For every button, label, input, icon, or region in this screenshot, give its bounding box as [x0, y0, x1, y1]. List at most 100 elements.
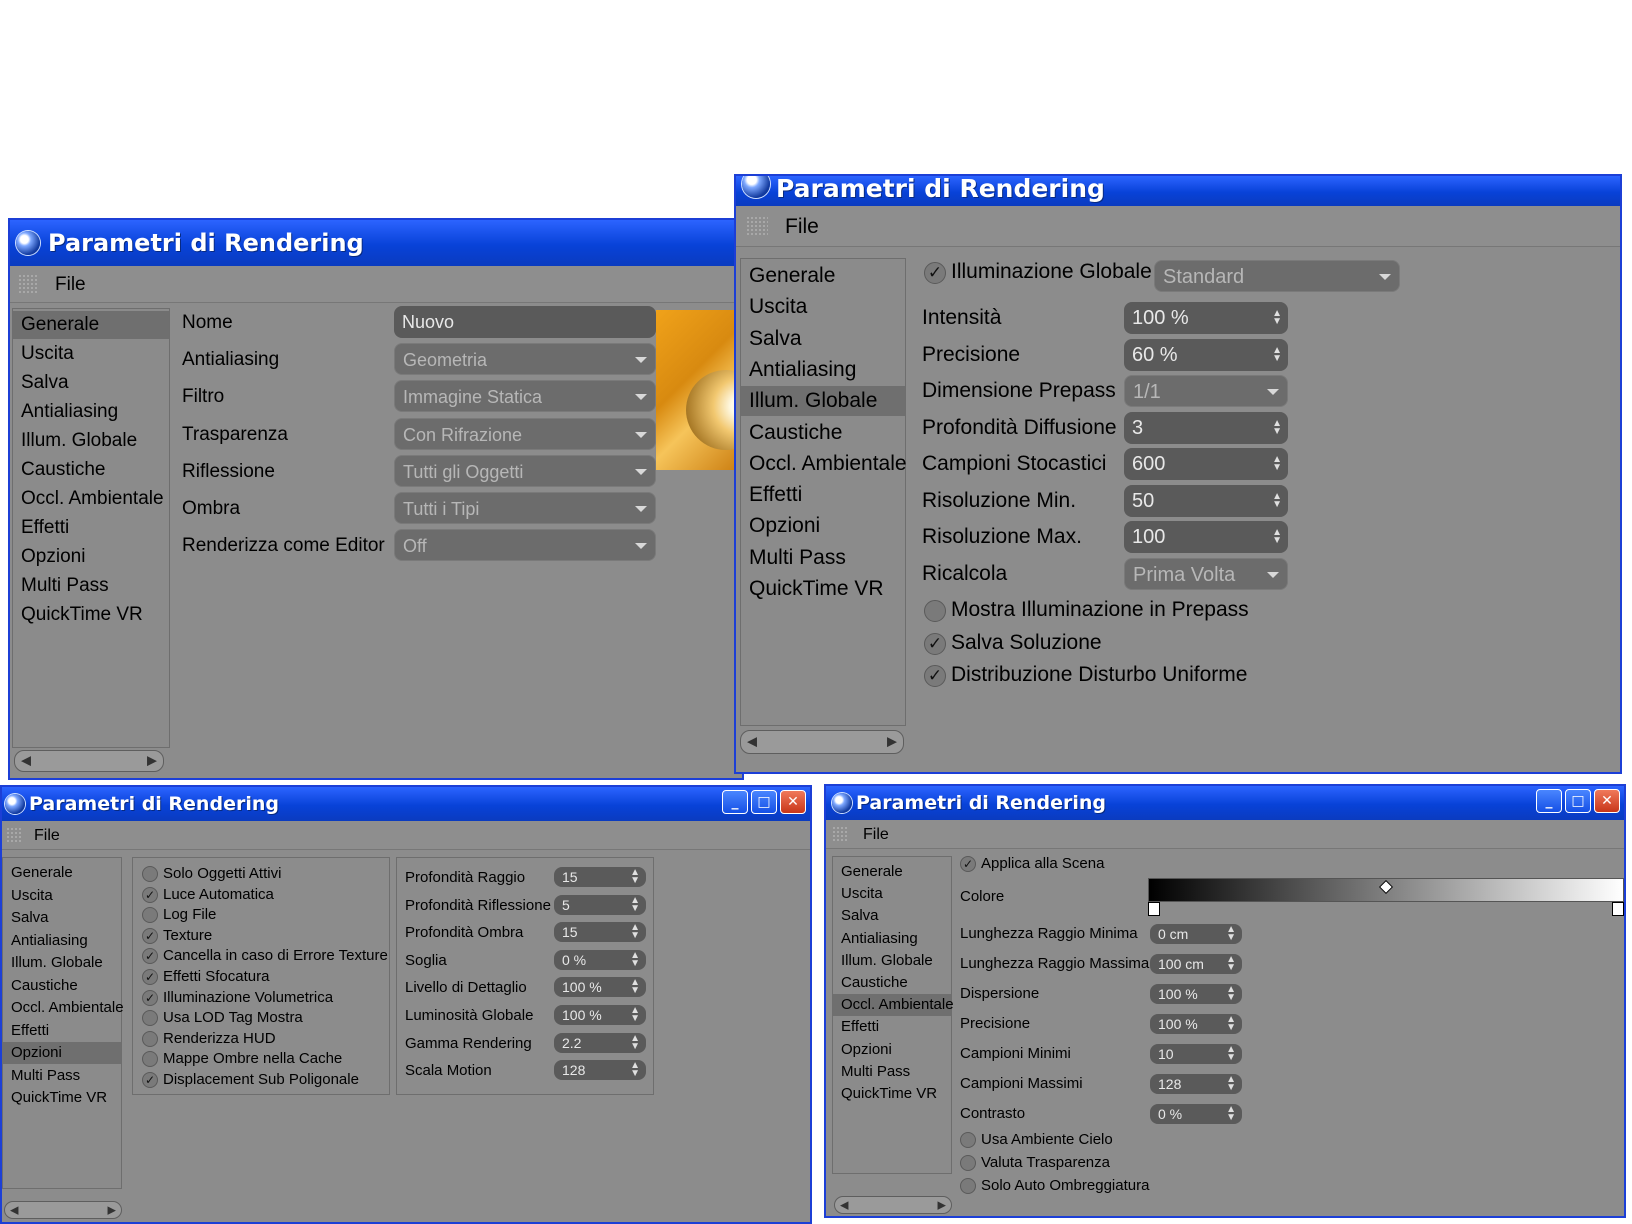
number-stepper[interactable]: 100 % ▲ ▼	[554, 1005, 646, 1025]
sidebar-item-effetti[interactable]: Effetti	[13, 514, 169, 542]
spinner-arrows-icon[interactable]: ▲ ▼	[630, 923, 640, 941]
checkbox-usa-ambiente-cielo[interactable]	[960, 1132, 976, 1148]
sidebar-item-effetti[interactable]: Effetti	[741, 480, 905, 510]
dropdown[interactable]: Geometria	[394, 343, 656, 376]
close-icon[interactable]: ✕	[1594, 789, 1620, 813]
sidebar-item-multi-pass[interactable]: Multi Pass	[833, 1061, 951, 1083]
sidebar-item-opzioni[interactable]: Opzioni	[13, 543, 169, 571]
sidebar-item-salva[interactable]: Salva	[833, 905, 951, 927]
sidebar-item-occl-ambientale[interactable]: Occl. Ambientale	[741, 449, 907, 479]
scroll-left-icon[interactable]: ◀	[21, 754, 31, 769]
checkbox-solo-auto-ombreggiatura[interactable]	[960, 1178, 976, 1194]
spinner-arrows-icon[interactable]: ▲ ▼	[1272, 528, 1282, 546]
sidebar-item-opzioni[interactable]: Opzioni	[833, 1039, 951, 1061]
horizontal-scrollbar[interactable]: ◀ ▶	[14, 750, 164, 772]
horizontal-scrollbar[interactable]: ◀ ▶	[740, 730, 904, 754]
dropdown[interactable]: Off	[394, 529, 656, 562]
menu-file[interactable]: File	[785, 215, 819, 239]
horizontal-scrollbar[interactable]: ◀ ▶	[4, 1201, 122, 1219]
sidebar-item-occl-ambientale[interactable]: Occl. Ambientale	[833, 994, 954, 1017]
sidebar-item-multi-pass[interactable]: Multi Pass	[13, 572, 169, 600]
spinner-arrows-icon[interactable]: ▲ ▼	[630, 868, 640, 886]
sidebar-item-generale[interactable]: Generale	[13, 311, 169, 339]
close-icon[interactable]: ✕	[780, 790, 806, 814]
scroll-right-icon[interactable]: ▶	[938, 1199, 946, 1212]
spinner-arrows-icon[interactable]: ▲ ▼	[1226, 1045, 1236, 1063]
spinner-arrows-icon[interactable]: ▲ ▼	[1226, 985, 1236, 1003]
minimize-icon[interactable]: _	[1536, 789, 1562, 813]
spinner-arrows-icon[interactable]: ▲ ▼	[1272, 418, 1282, 436]
dropdown[interactable]: Immagine Statica	[394, 380, 656, 413]
title-bar[interactable]: Parametri di Rendering _ □ ✕	[826, 786, 1624, 820]
maximize-icon[interactable]: □	[1565, 789, 1591, 813]
checkbox-applica-alla-scena[interactable]: ✓	[960, 856, 976, 872]
number-stepper[interactable]: 10 ▲ ▼	[1150, 1044, 1242, 1064]
sidebar-item-uscita[interactable]: Uscita	[13, 340, 169, 368]
maximize-icon[interactable]: □	[751, 790, 777, 814]
sidebar-item-uscita[interactable]: Uscita	[833, 883, 951, 905]
sidebar-item-quicktime-vr[interactable]: QuickTime VR	[13, 601, 169, 629]
checkbox-valuta-trasparenza[interactable]	[960, 1155, 976, 1171]
sidebar-item-illum-globale[interactable]: Illum. Globale	[13, 427, 169, 455]
title-bar[interactable]: Parametri di Rendering	[10, 220, 742, 266]
sidebar-item-salva[interactable]: Salva	[13, 369, 169, 397]
spinner-arrows-icon[interactable]: ▲ ▼	[630, 895, 640, 913]
sidebar-item-multi-pass[interactable]: Multi Pass	[3, 1065, 121, 1087]
checkbox-luce-automatica[interactable]: ✓	[142, 886, 158, 903]
number-stepper[interactable]: 5 ▲ ▼	[554, 894, 646, 915]
spinner-arrows-icon[interactable]: ▲ ▼	[1226, 925, 1236, 943]
spinner-arrows-icon[interactable]: ▲ ▼	[1226, 1015, 1236, 1033]
checkbox-illuminazione-globale[interactable]: ✓	[924, 262, 946, 284]
menu-file[interactable]: File	[55, 274, 86, 296]
scroll-right-icon[interactable]: ▶	[147, 754, 157, 769]
checkbox-renderizza-hud[interactable]	[142, 1030, 158, 1047]
sidebar-item-antialiasing[interactable]: Antialiasing	[741, 355, 905, 385]
scroll-left-icon[interactable]: ◀	[747, 735, 757, 750]
sidebar-item-illum-globale[interactable]: Illum. Globale	[833, 950, 951, 972]
sidebar-item-antialiasing[interactable]: Antialiasing	[13, 398, 169, 426]
number-stepper[interactable]: 128 ▲ ▼	[1150, 1074, 1242, 1094]
sidebar-item-effetti[interactable]: Effetti	[3, 1020, 121, 1042]
checkbox-texture[interactable]: ✓	[142, 927, 158, 944]
number-stepper[interactable]: 100 cm ▲ ▼	[1150, 954, 1242, 974]
dropdown[interactable]: Prima Volta	[1124, 557, 1288, 590]
number-stepper[interactable]: 100 % ▲ ▼	[1150, 984, 1242, 1004]
spinner-arrows-icon[interactable]: ▲ ▼	[630, 1061, 640, 1079]
sidebar-item-opzioni[interactable]: Opzioni	[3, 1042, 121, 1064]
sidebar-item-illum-globale[interactable]: Illum. Globale	[3, 952, 121, 974]
spinner-arrows-icon[interactable]: ▲ ▼	[1226, 1075, 1236, 1093]
sidebar-item-effetti[interactable]: Effetti	[833, 1016, 951, 1038]
number-stepper[interactable]: 128 ▲ ▼	[554, 1060, 646, 1081]
dropdown[interactable]: Tutti i Tipi	[394, 492, 656, 524]
scroll-right-icon[interactable]: ▶	[887, 735, 897, 750]
dropdown[interactable]: Tutti gli Oggetti	[394, 454, 656, 487]
spinner-arrows-icon[interactable]: ▲ ▼	[1272, 309, 1282, 327]
checkbox-salva-soluzione[interactable]: ✓	[924, 632, 946, 655]
number-stepper[interactable]: 100 % ▲ ▼	[1150, 1014, 1242, 1034]
spinner-arrows-icon[interactable]: ▲ ▼	[630, 1006, 640, 1024]
sidebar-item-caustiche[interactable]: Caustiche	[741, 418, 905, 448]
dropdown[interactable]: Standard	[1154, 260, 1400, 292]
number-stepper[interactable]: 3 ▲ ▼	[1124, 411, 1288, 444]
number-stepper[interactable]: 600 ▲ ▼	[1124, 448, 1288, 480]
number-stepper[interactable]: 0 cm ▲ ▼	[1150, 924, 1242, 944]
number-stepper[interactable]: 15 ▲ ▼	[554, 922, 646, 943]
menu-file[interactable]: File	[863, 826, 889, 844]
sidebar-item-generale[interactable]: Generale	[741, 261, 905, 291]
number-stepper[interactable]: 2.2 ▲ ▼	[554, 1032, 646, 1053]
number-stepper[interactable]: 15 ▲ ▼	[554, 867, 646, 887]
checkbox-mostra-illuminazione-in-prepass[interactable]	[924, 600, 946, 622]
sidebar-item-salva[interactable]: Salva	[741, 324, 905, 354]
sidebar-item-illum-globale[interactable]: Illum. Globale	[741, 386, 905, 417]
number-stepper[interactable]: 100 ▲ ▼	[1124, 521, 1288, 553]
spinner-arrows-icon[interactable]: ▲ ▼	[630, 978, 640, 996]
horizontal-scrollbar[interactable]: ◀ ▶	[834, 1196, 952, 1214]
checkbox-effetti-sfocatura[interactable]: ✓	[142, 969, 158, 985]
sidebar-item-generale[interactable]: Generale	[3, 862, 121, 884]
sidebar-item-multi-pass[interactable]: Multi Pass	[741, 543, 905, 573]
sidebar-item-generale[interactable]: Generale	[833, 861, 951, 883]
sidebar-item-uscita[interactable]: Uscita	[741, 292, 905, 322]
number-stepper[interactable]: 0 % ▲ ▼	[1150, 1104, 1242, 1124]
scroll-left-icon[interactable]: ◀	[10, 1204, 18, 1217]
number-stepper[interactable]: 50 ▲ ▼	[1124, 484, 1288, 517]
